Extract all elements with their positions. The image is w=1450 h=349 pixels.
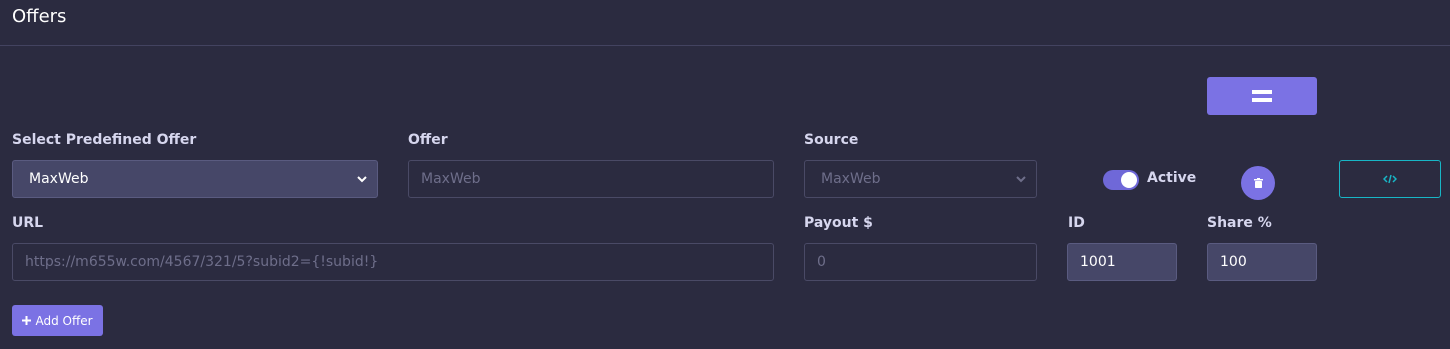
active-label: Active [1147, 170, 1197, 186]
chevron-down-icon [357, 175, 367, 182]
code-icon [1383, 174, 1397, 184]
page-title: Offers [12, 6, 67, 27]
chevron-down-icon [1016, 175, 1026, 182]
source-value: MaxWeb [821, 171, 881, 187]
delete-button[interactable] [1241, 166, 1275, 200]
url-input[interactable] [12, 243, 774, 281]
source-select[interactable]: MaxWeb [804, 160, 1037, 198]
share-input[interactable] [1207, 243, 1317, 281]
drag-handle-button[interactable] [1207, 77, 1317, 115]
share-label: Share % [1207, 215, 1272, 231]
trash-icon [1253, 178, 1263, 188]
plus-icon [22, 316, 32, 325]
url-label: URL [12, 215, 44, 231]
active-toggle[interactable] [1103, 170, 1139, 190]
offer-input[interactable] [408, 160, 774, 198]
payout-input[interactable] [804, 243, 1037, 281]
payout-label: Payout $ [804, 215, 873, 231]
drag-handle-icon [1252, 90, 1272, 102]
id-input[interactable] [1067, 243, 1177, 281]
predefined-offer-value: MaxWeb [29, 171, 89, 187]
id-label: ID [1068, 215, 1085, 231]
page-header: Offers [0, 0, 1450, 46]
predefined-offer-label: Select Predefined Offer [12, 132, 197, 148]
source-label: Source [804, 132, 859, 148]
add-offer-label: Add Offer [35, 313, 93, 328]
add-offer-button[interactable]: Add Offer [12, 305, 103, 336]
code-button[interactable] [1339, 160, 1441, 198]
predefined-offer-select[interactable]: MaxWeb [12, 160, 378, 198]
toggle-knob [1121, 172, 1137, 188]
offer-label: Offer [408, 132, 448, 148]
